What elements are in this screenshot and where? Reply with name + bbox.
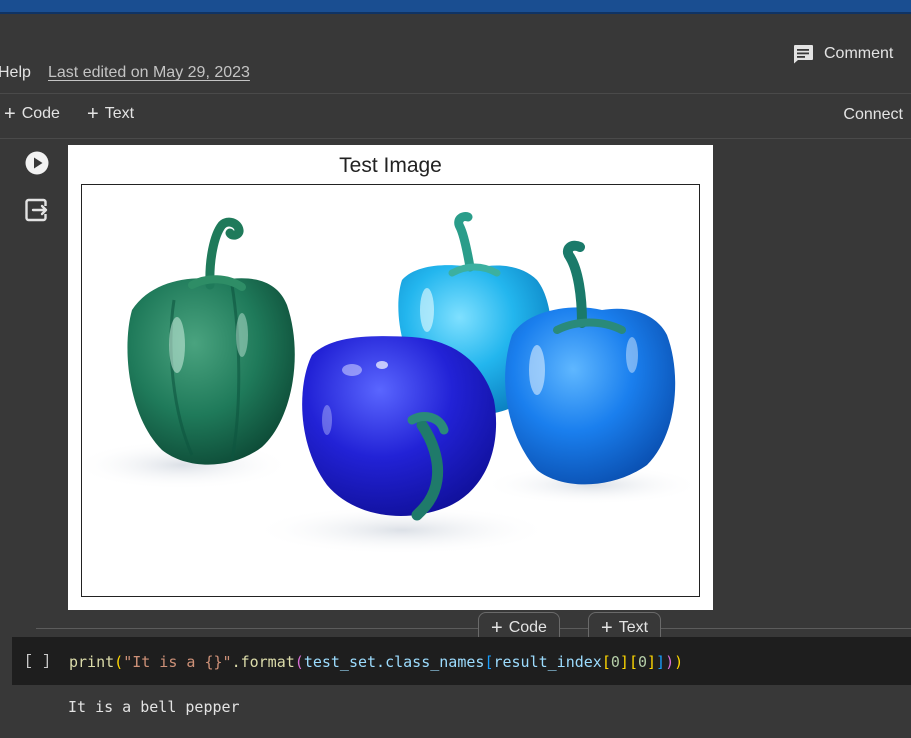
insert-code-label: Code	[508, 619, 547, 636]
add-code-button[interactable]: + Code	[4, 103, 60, 125]
add-code-label: Code	[21, 105, 60, 122]
code-token: "It is a {}"	[123, 653, 232, 671]
menu-help[interactable]: Help	[0, 64, 31, 82]
notebook-toolbar: + Code + Text Connect	[0, 94, 911, 139]
notebook-header: Help Last edited on May 29, 2023 Comment	[0, 14, 911, 94]
plus-icon: +	[87, 103, 99, 125]
code-token: print	[69, 653, 115, 671]
insert-text-label: Text	[618, 619, 649, 636]
code-token: ]	[619, 653, 629, 671]
top-accent-bar	[0, 0, 911, 14]
image-axes	[81, 184, 700, 597]
bell-peppers-image	[82, 212, 699, 555]
code-token: )	[665, 653, 675, 671]
code-token: [	[601, 653, 611, 671]
plus-icon: +	[601, 617, 613, 639]
plus-icon: +	[491, 617, 503, 639]
code-editor-line[interactable]: print("It is a {}".format(test_set.class…	[69, 653, 683, 671]
add-text-label: Text	[104, 105, 135, 122]
code-token: [	[628, 653, 638, 671]
code-token: test_set.class_names	[303, 653, 485, 671]
add-text-button[interactable]: + Text	[87, 103, 135, 125]
code-token: result_index	[493, 653, 602, 671]
run-cell-icon[interactable]	[24, 150, 50, 176]
plus-icon: +	[4, 103, 16, 125]
code-token: ]	[647, 653, 657, 671]
cell-text-output: It is a bell pepper	[68, 698, 240, 716]
execution-count[interactable]: [ ]	[24, 653, 51, 670]
last-edited-link[interactable]: Last edited on May 29, 2023	[48, 64, 250, 82]
code-token: 0	[637, 653, 647, 671]
figure-title: Test Image	[339, 154, 442, 177]
code-token: 0	[610, 653, 620, 671]
code-token: ]	[656, 653, 666, 671]
code-token: )	[674, 653, 684, 671]
cell-insert-divider	[36, 628, 911, 629]
comment-icon	[792, 44, 814, 64]
code-token: .format	[231, 653, 295, 671]
comment-button[interactable]: Comment	[792, 42, 893, 66]
code-token: (	[114, 653, 124, 671]
code-token: (	[294, 653, 304, 671]
code-cell[interactable]: [ ] print("It is a {}".format(test_set.c…	[12, 637, 911, 685]
figure-output: Test Image	[68, 145, 713, 610]
connect-button[interactable]: Connect	[843, 106, 903, 124]
clear-output-icon[interactable]	[24, 197, 50, 223]
comment-label: Comment	[824, 45, 894, 62]
